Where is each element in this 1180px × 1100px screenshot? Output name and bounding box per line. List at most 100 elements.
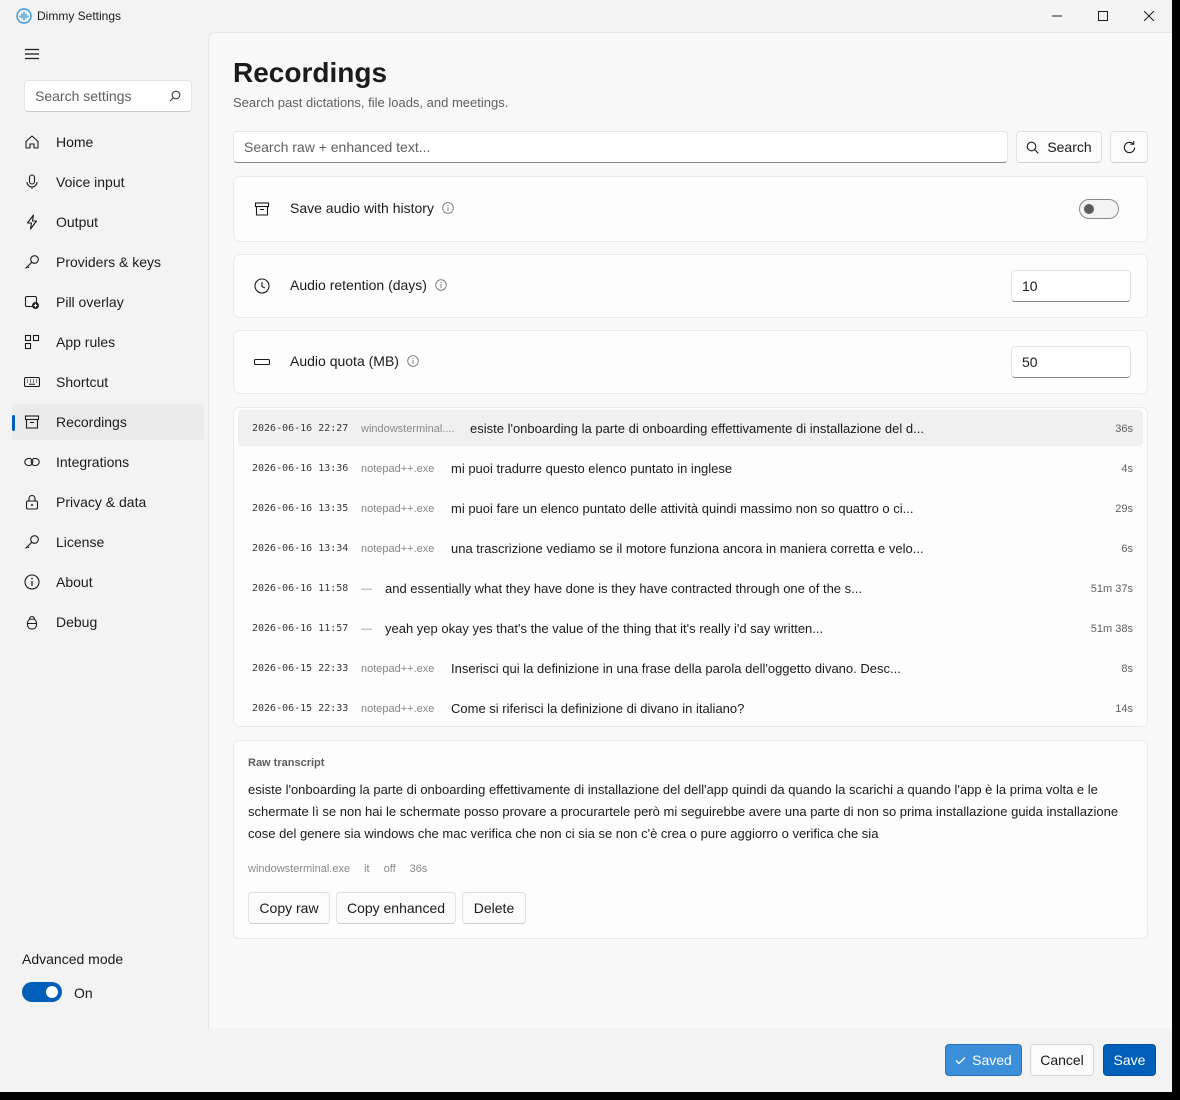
minimize-button[interactable]: [1034, 0, 1080, 32]
recording-text: una trascrizione vediamo se il motore fu…: [451, 541, 924, 556]
list-item[interactable]: 2026-06-16 13:36 notepad++.exe mi puoi t…: [238, 450, 1143, 486]
bug-icon: [26, 615, 38, 630]
recording-text: mi puoi fare un elenco puntato delle att…: [451, 501, 914, 516]
sidebar-item-output[interactable]: Output: [12, 204, 204, 240]
sidebar-item-pill-overlay[interactable]: Pill overlay: [12, 284, 204, 320]
recording-app: —: [361, 583, 372, 595]
list-item[interactable]: 2026-06-15 22:33 notepad++.exe Come si r…: [238, 690, 1143, 726]
audio-quota-label: Audio quota (MB): [290, 353, 399, 369]
sidebar-item-home[interactable]: Home: [12, 124, 204, 160]
list-item[interactable]: 2026-06-16 13:34 notepad++.exe una trasc…: [238, 530, 1143, 566]
list-item[interactable]: 2026-06-16 11:57 — yeah yep okay yes tha…: [238, 610, 1143, 646]
window-title: Dimmy Settings: [37, 9, 122, 23]
delete-button[interactable]: Delete: [462, 892, 526, 924]
audio-quota-label-group: Audio quota (MB): [290, 353, 419, 369]
settings-search-input[interactable]: Search settings: [24, 80, 192, 112]
recording-time: 2026-06-16 11:57: [252, 623, 349, 634]
sidebar-item-label: About: [56, 574, 93, 590]
recording-time: 2026-06-16 22:27: [252, 423, 349, 434]
app-logo-icon: [16, 8, 32, 24]
keyboard-icon: [24, 376, 40, 388]
recording-time: 2026-06-16 13:36: [252, 463, 349, 474]
copy-enhanced-button[interactable]: Copy enhanced: [336, 892, 456, 924]
save-button[interactable]: Save: [1103, 1044, 1156, 1076]
maximize-button[interactable]: [1080, 0, 1126, 32]
link-icon: [24, 457, 40, 467]
search-button[interactable]: Search: [1016, 131, 1102, 163]
list-item[interactable]: 2026-06-16 13:35 notepad++.exe mi puoi f…: [238, 490, 1143, 526]
recording-app: notepad++.exe: [361, 663, 435, 675]
recording-duration: 51m 37s: [1090, 583, 1133, 595]
refresh-icon: [1123, 140, 1135, 153]
key-icon: [25, 535, 39, 549]
hamburger-menu-icon[interactable]: [24, 46, 40, 62]
recording-app: notepad++.exe: [361, 543, 435, 555]
recording-duration: 4s: [1121, 463, 1133, 475]
advanced-mode-toggle[interactable]: [22, 982, 62, 1002]
sidebar-item-debug[interactable]: Debug: [12, 604, 204, 640]
sidebar-item-providers-keys[interactable]: Providers & keys: [12, 244, 204, 280]
recording-app: windowsterminal....: [361, 423, 455, 435]
sidebar-item-license[interactable]: License: [12, 524, 204, 560]
info-icon[interactable]: [442, 202, 454, 214]
search-icon: [1026, 141, 1040, 154]
sidebar-item-label: Recordings: [56, 414, 127, 430]
sidebar-item-privacy-data[interactable]: Privacy & data: [12, 484, 204, 520]
close-button[interactable]: [1126, 0, 1172, 32]
meta-enhance: off: [383, 863, 396, 875]
microphone-icon: [26, 174, 38, 189]
saved-indicator-button[interactable]: Saved: [945, 1044, 1022, 1076]
maximize-icon: [1098, 11, 1108, 21]
page-title: Recordings: [233, 57, 388, 88]
save-audio-toggle[interactable]: [1079, 199, 1119, 219]
recordings-list: 2026-06-16 22:27 windowsterminal.... esi…: [233, 407, 1148, 727]
recording-duration: 29s: [1115, 503, 1133, 515]
recording-app: notepad++.exe: [361, 703, 435, 715]
sidebar-item-recordings[interactable]: Recordings: [12, 404, 204, 440]
meta-app: windowsterminal.exe: [248, 863, 351, 875]
app-rules-icon: [24, 334, 40, 350]
audio-retention-input[interactable]: 10: [1011, 270, 1131, 302]
transcript-meta: windowsterminal.exe it off 36s: [248, 863, 427, 875]
archive-icon: [254, 202, 270, 216]
recording-text: esiste l'onboarding la parte di onboardi…: [470, 421, 924, 436]
sidebar-item-shortcut[interactable]: Shortcut: [12, 364, 204, 400]
refresh-button[interactable]: [1110, 131, 1148, 163]
info-icon[interactable]: [435, 279, 447, 291]
history-search-input[interactable]: Search raw + enhanced text...: [233, 131, 1008, 163]
sidebar-item-label: Integrations: [56, 454, 130, 470]
list-item[interactable]: 2026-06-15 22:33 notepad++.exe Inserisci…: [238, 650, 1143, 686]
sidebar-item-about[interactable]: About: [12, 564, 204, 600]
sidebar-item-app-rules[interactable]: App rules: [12, 324, 204, 360]
close-icon: [1144, 11, 1154, 21]
audio-retention-label: Audio retention (days): [290, 277, 427, 293]
list-item[interactable]: 2026-06-16 22:27 windowsterminal.... esi…: [238, 410, 1143, 446]
saved-label: Saved: [972, 1052, 1012, 1068]
main-content: Recordings Search past dictations, file …: [208, 32, 1172, 1028]
recording-duration: 36s: [1115, 423, 1133, 435]
recording-text: and essentially what they have done is t…: [385, 581, 862, 596]
info-icon[interactable]: [407, 355, 419, 367]
sidebar-item-label: Pill overlay: [56, 294, 124, 310]
meta-duration: 36s: [409, 863, 428, 875]
save-audio-card: Save audio with history: [233, 176, 1148, 242]
audio-retention-card: Audio retention (days) 10: [233, 254, 1148, 318]
sidebar-item-label: Shortcut: [56, 374, 109, 390]
key-icon: [25, 255, 39, 269]
search-icon: [169, 90, 181, 102]
recording-duration: 14s: [1115, 703, 1133, 715]
cancel-button[interactable]: Cancel: [1030, 1044, 1094, 1076]
sidebar-item-label: Debug: [56, 614, 98, 630]
save-audio-label-group: Save audio with history: [290, 200, 454, 216]
clock-icon: [254, 278, 270, 294]
copy-raw-button[interactable]: Copy raw: [248, 892, 330, 924]
sidebar-item-label: Output: [56, 214, 99, 230]
audio-quota-input[interactable]: 50: [1011, 346, 1131, 378]
sidebar-item-voice-input[interactable]: Voice input: [12, 164, 204, 200]
list-item[interactable]: 2026-06-16 11:58 — and essentially what …: [238, 570, 1143, 606]
advanced-mode-state: On: [74, 985, 93, 1001]
recording-text: Come si riferisci la definizione di diva…: [451, 701, 745, 716]
sidebar-item-integrations[interactable]: Integrations: [12, 444, 204, 480]
transcript-text: esiste l'onboarding la parte di onboardi…: [248, 782, 1119, 841]
advanced-mode-label: Advanced mode: [22, 951, 124, 967]
